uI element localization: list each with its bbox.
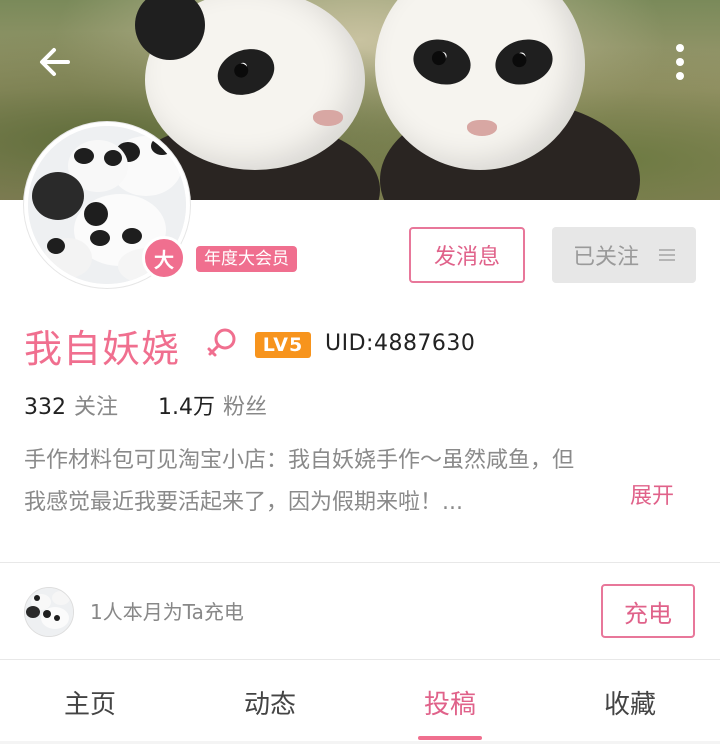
following-label: 关注	[74, 395, 119, 420]
bio: 手作材料包可见淘宝小店：我自妖娆手作～虽然咸鱼，但 我感觉最近我要活起来了，因为…	[24, 440, 684, 524]
supporter-avatar[interactable]	[24, 587, 74, 637]
vip-badge: 大	[142, 236, 186, 280]
tab-home[interactable]: 主页	[0, 660, 180, 744]
panda-nose	[313, 110, 343, 126]
more-button[interactable]	[670, 42, 690, 82]
vip-tag[interactable]: 年度大会员	[196, 246, 297, 272]
stats-row: 332 关注 1.4万 粉丝	[24, 389, 267, 421]
more-vertical-icon	[676, 44, 684, 80]
tab-uploads[interactable]: 投稿	[360, 660, 540, 744]
panda-avatar-image	[25, 588, 73, 636]
charge-text: 1人本月为Ta充电	[90, 600, 244, 624]
back-button[interactable]	[34, 40, 78, 84]
panda-eye	[408, 33, 476, 91]
follow-button[interactable]: 已关注	[552, 227, 696, 283]
panda-eye	[211, 41, 281, 103]
tab-favorites[interactable]: 收藏	[540, 660, 720, 744]
arrow-left-icon	[40, 48, 70, 76]
panda-eye	[490, 33, 558, 91]
follow-button-label: 已关注	[572, 245, 639, 270]
fans-count: 1.4万	[158, 395, 216, 420]
charge-button[interactable]: 充电	[601, 584, 695, 638]
uid-text: UID:4887630	[325, 331, 476, 356]
fans-stat[interactable]: 1.4万 粉丝	[158, 389, 267, 421]
tab-dynamics[interactable]: 动态	[180, 660, 360, 744]
message-button[interactable]: 发消息	[409, 227, 525, 283]
expand-bio-link[interactable]: 展开	[630, 478, 674, 510]
fans-label: 粉丝	[223, 395, 268, 420]
female-icon	[207, 328, 236, 357]
menu-lines-icon	[659, 249, 675, 261]
following-count: 332	[24, 395, 66, 420]
following-stat[interactable]: 332 关注	[24, 389, 118, 421]
bio-line: 我感觉最近我要活起来了，因为假期来啦！...	[24, 490, 463, 515]
bio-line: 手作材料包可见淘宝小店：我自妖娆手作～虽然咸鱼，但	[24, 448, 575, 473]
charge-row: 1人本月为Ta充电 充电	[0, 563, 720, 659]
profile-tabs: 主页 动态 投稿 收藏	[0, 660, 720, 744]
panda-nose	[467, 120, 497, 136]
level-badge: LV5	[255, 332, 311, 358]
user-name: 我自妖娆	[24, 327, 181, 371]
